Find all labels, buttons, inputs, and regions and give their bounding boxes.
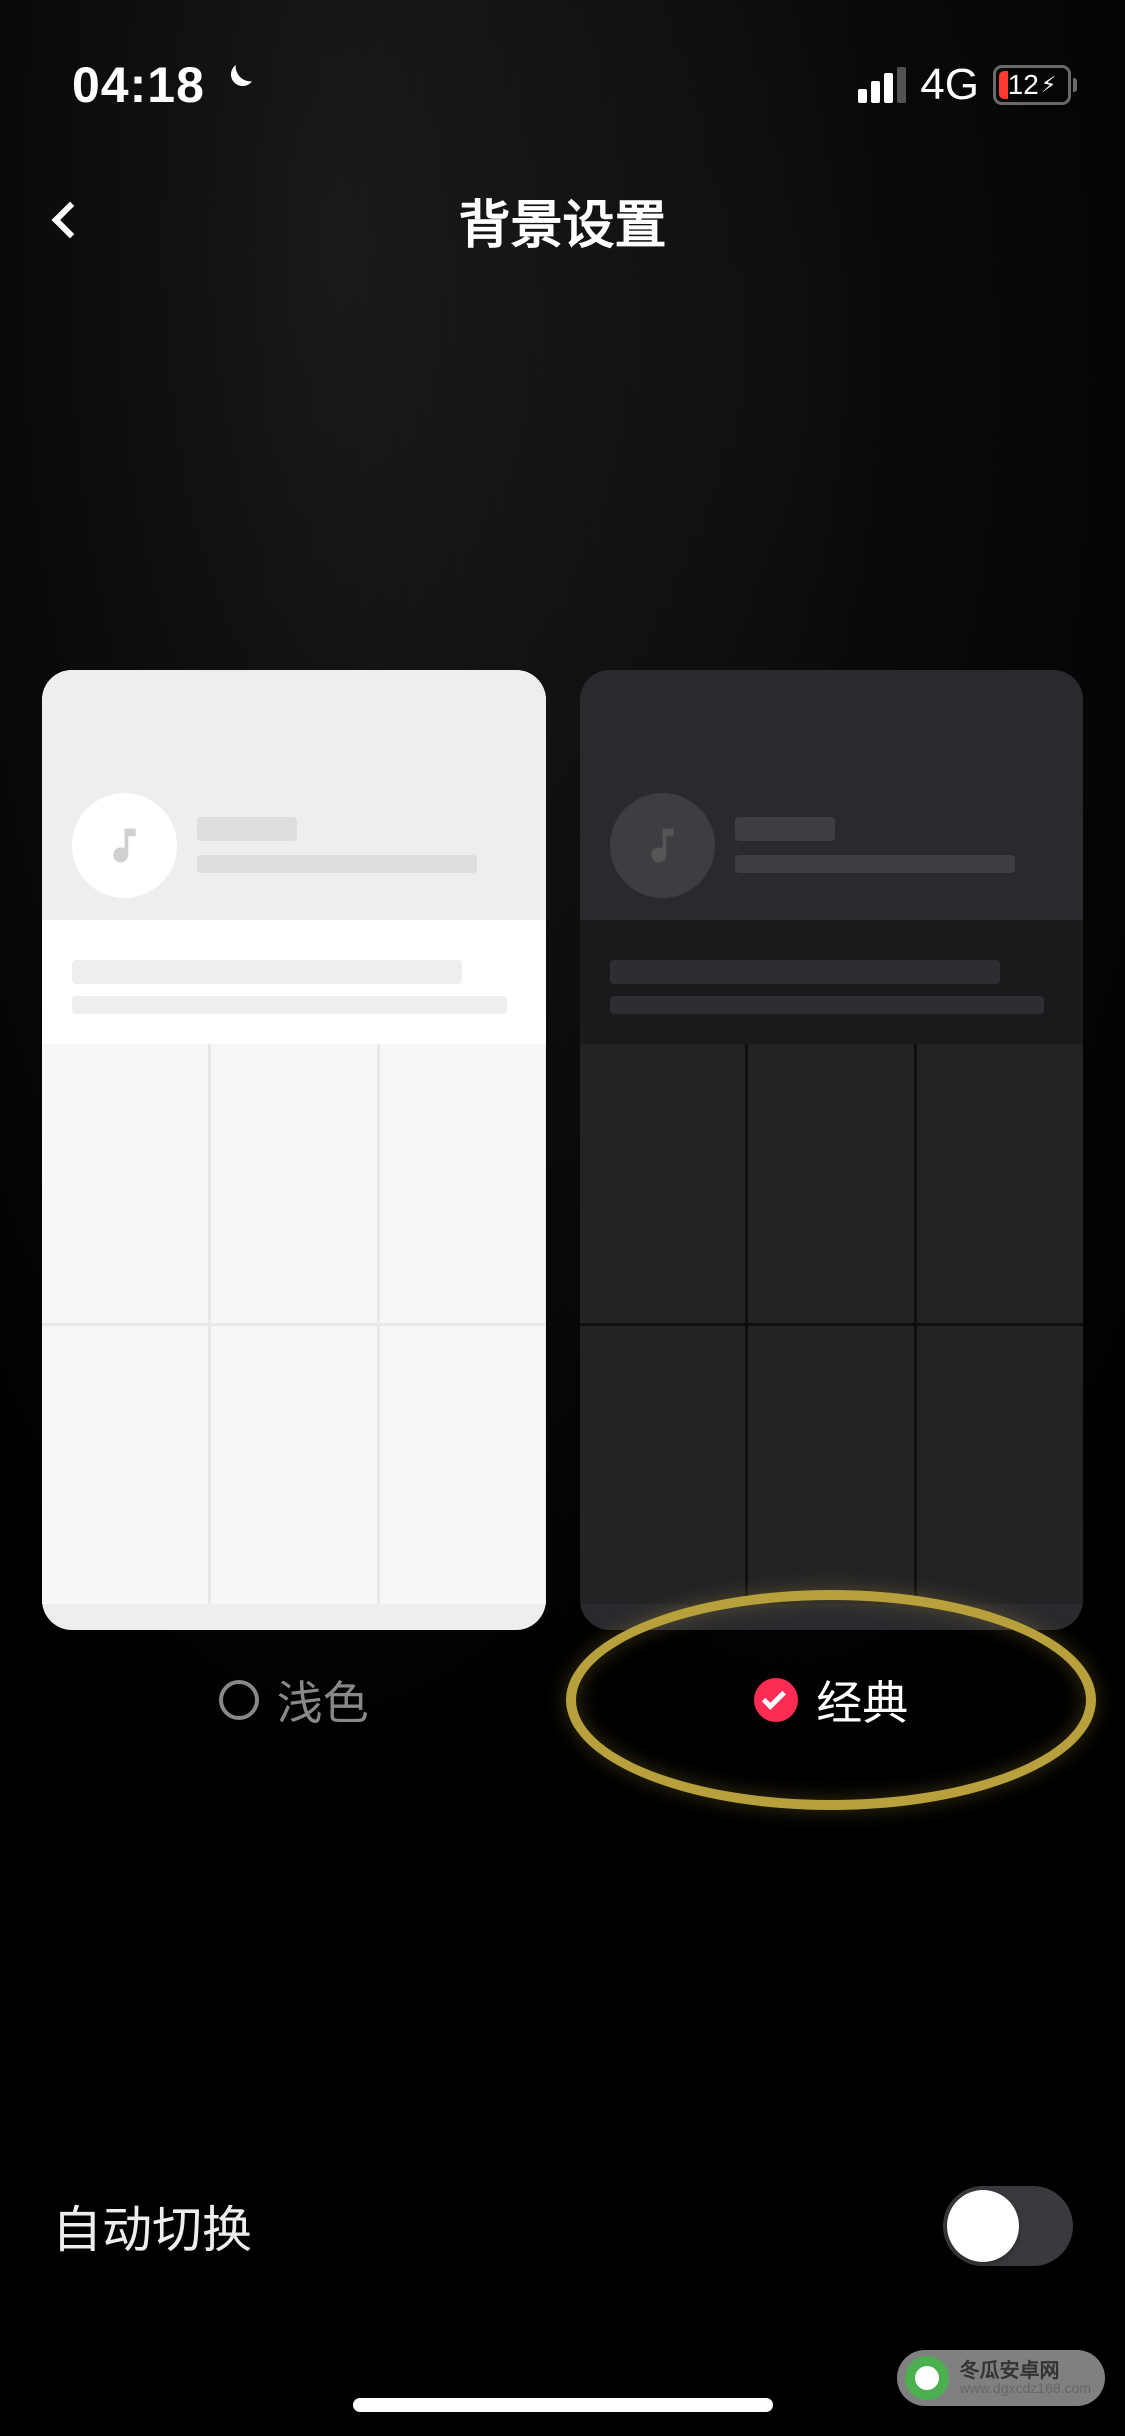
status-bar: 04:18 4G 12⚡︎ [0, 0, 1125, 130]
signal-icon [858, 67, 906, 103]
theme-options: 浅色 [0, 670, 1125, 1730]
watermark-title: 冬瓜安卓网 [959, 2361, 1091, 2381]
watermark: 冬瓜安卓网 www.dgxcdz168.com [897, 2350, 1105, 2406]
battery-percent: 12 [1008, 69, 1039, 101]
status-right: 4G 12⚡︎ [858, 60, 1077, 110]
radio-unchecked-icon [219, 1680, 259, 1720]
theme-preview-light [42, 670, 546, 1630]
radio-checked-icon [754, 1678, 798, 1722]
checkmark-icon [762, 1686, 786, 1710]
auto-switch-label: 自动切换 [52, 2190, 252, 2262]
avatar-icon [610, 793, 715, 898]
page-title: 背景设置 [458, 183, 666, 258]
moon-icon [217, 60, 257, 110]
home-indicator[interactable] [353, 2398, 773, 2412]
theme-option-light[interactable]: 浅色 [42, 670, 546, 1730]
theme-radio-classic[interactable]: 经典 [580, 1670, 1084, 1730]
chevron-left-icon [52, 202, 89, 239]
auto-switch-toggle[interactable] [943, 2186, 1073, 2266]
watermark-url: www.dgxcdz168.com [959, 2381, 1091, 2395]
toggle-knob [947, 2190, 1019, 2262]
watermark-logo-icon [905, 2356, 949, 2400]
theme-label-light: 浅色 [277, 1667, 369, 1733]
battery-icon: 12⚡︎ [993, 65, 1077, 105]
theme-preview-classic [580, 670, 1084, 1630]
back-button[interactable] [40, 190, 100, 250]
status-left: 04:18 [72, 56, 257, 114]
status-time: 04:18 [72, 56, 205, 114]
page-header: 背景设置 [0, 150, 1125, 290]
charging-icon: ⚡︎ [1041, 72, 1056, 98]
theme-label-classic: 经典 [816, 1667, 908, 1733]
theme-option-classic[interactable]: 经典 [580, 670, 1084, 1730]
avatar-icon [72, 793, 177, 898]
theme-radio-light[interactable]: 浅色 [42, 1670, 546, 1730]
auto-switch-row: 自动切换 [0, 2186, 1125, 2266]
network-type: 4G [920, 60, 979, 110]
